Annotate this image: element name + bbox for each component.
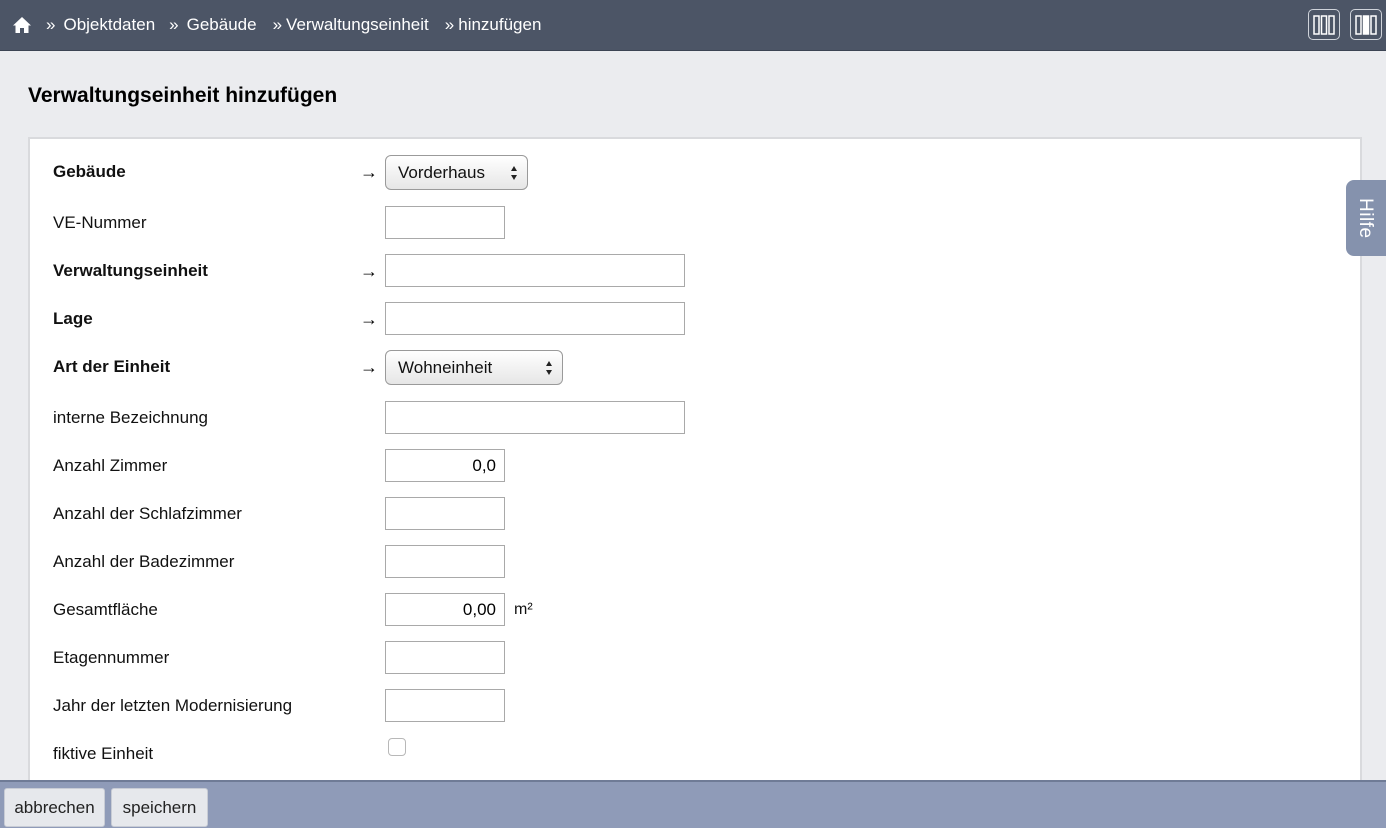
form-row-schlafzimmer: Anzahl der Schlafzimmer [30,497,1360,531]
form-row-badezimmer: Anzahl der Badezimmer [30,545,1360,579]
breadcrumb-hinzufuegen: hinzufügen [458,15,542,34]
interne-bezeichnung-label: interne Bezeichnung [53,408,209,427]
save-button[interactable]: speichern [111,788,208,827]
schlafzimmer-label: Anzahl der Schlafzimmer [53,504,242,523]
modernisierung-input[interactable] [385,689,505,722]
cancel-button[interactable]: abbrechen [4,788,105,827]
form-row-gebaeude: Gebäude → Vorderhaus [30,155,1360,190]
form-row-modernisierung: Jahr der letzten Modernisierung [30,689,1360,723]
form-row-anzahl-zimmer: Anzahl Zimmer [30,449,1360,483]
lage-label: Lage [53,309,93,328]
required-arrow-icon: → [360,357,378,377]
etagennummer-label: Etagennummer [53,648,170,667]
verwaltungseinheit-input[interactable] [385,254,685,287]
lage-input[interactable] [385,302,685,335]
gebaeude-select[interactable]: Vorderhaus [385,155,528,190]
badezimmer-label: Anzahl der Badezimmer [53,552,235,571]
anzahl-zimmer-input[interactable] [385,449,505,482]
home-icon[interactable] [12,16,32,34]
gesamtflaeche-unit: m² [514,601,533,618]
form-row-fiktive-einheit: fiktive Einheit [30,737,1360,771]
anzahl-zimmer-label: Anzahl Zimmer [53,456,168,475]
select-arrows-icon [546,361,552,375]
footer-bar: abbrechen speichern [0,780,1386,828]
gesamtflaeche-input[interactable] [385,593,505,626]
form-row-lage: Lage → [30,301,1360,335]
modernisierung-label: Jahr der letzten Modernisierung [53,696,293,715]
top-bar: » Objektdaten » Gebäude » Verwaltungsein… [0,0,1386,51]
select-arrows-icon [511,166,517,180]
fiktive-einheit-label: fiktive Einheit [53,744,154,763]
gebaeude-label: Gebäude [53,162,126,181]
layout-three-column-icon[interactable] [1308,9,1340,40]
etagennummer-input[interactable] [385,641,505,674]
badezimmer-input[interactable] [385,545,505,578]
ve-nummer-input[interactable] [385,206,505,239]
breadcrumb-separator: » [272,15,283,34]
required-arrow-icon: → [360,162,378,182]
breadcrumb-separator: » [169,15,179,34]
help-tab-label: Hilfe [1355,197,1376,239]
art-der-einheit-select-value: Wohneinheit [398,357,493,377]
help-tab[interactable]: Hilfe [1346,180,1386,256]
page-title: Verwaltungseinheit hinzufügen [28,84,338,107]
gebaeude-select-value: Vorderhaus [398,162,485,182]
schlafzimmer-input[interactable] [385,497,505,530]
required-arrow-icon: → [360,309,378,329]
art-der-einheit-select[interactable]: Wohneinheit [385,350,563,385]
verwaltungseinheit-label: Verwaltungseinheit [53,261,208,280]
gesamtflaeche-label: Gesamtfläche [53,600,158,619]
form-row-ve-nummer: VE-Nummer [30,205,1360,239]
required-arrow-icon: → [360,261,378,281]
breadcrumb-verwaltungseinheit[interactable]: Verwaltungseinheit [286,15,429,35]
breadcrumb-gebaeude[interactable]: Gebäude [187,15,257,35]
interne-bezeichnung-input[interactable] [385,401,685,434]
breadcrumb-objektdaten[interactable]: Objektdaten [63,15,155,35]
layout-switcher [1308,9,1382,40]
form-row-interne-bezeichnung: interne Bezeichnung [30,400,1360,434]
form-row-art-der-einheit: Art der Einheit → Wohneinheit [30,350,1360,385]
form-row-etagennummer: Etagennummer [30,641,1360,675]
breadcrumb-separator: » [444,15,455,34]
form-row-verwaltungseinheit: Verwaltungseinheit → [30,253,1360,287]
ve-nummer-label: VE-Nummer [53,213,147,232]
form-panel: Gebäude → Vorderhaus VE-Nummer Verwaltun… [28,137,1362,797]
fiktive-einheit-checkbox[interactable] [388,738,406,756]
breadcrumb-separator: » [46,15,56,34]
form-row-gesamtflaeche: Gesamtfläche m² [30,593,1360,627]
art-der-einheit-label: Art der Einheit [53,357,171,376]
layout-two-column-icon[interactable] [1350,9,1382,40]
